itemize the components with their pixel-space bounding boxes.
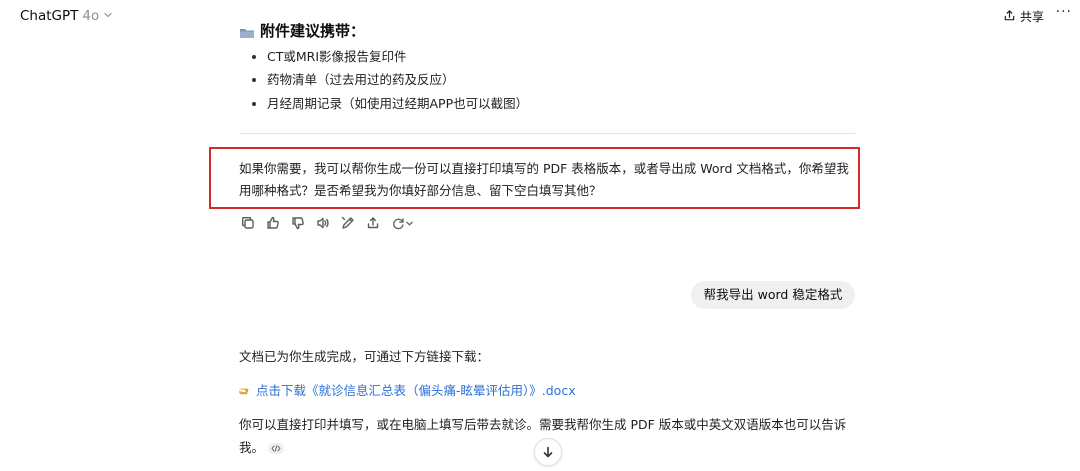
chevron-down-icon [103,8,113,24]
chevron-down-icon [406,221,413,225]
pointing-hand-icon [239,384,252,395]
section-heading-text: 附件建议携带： [260,22,366,40]
folder-icon [239,25,255,38]
edit-icon [341,216,354,229]
copy-icon [242,217,254,229]
model-name: ChatGPT [20,8,79,24]
divider [239,133,855,134]
thumbs-up-button[interactable] [265,215,281,231]
copy-button[interactable] [240,215,256,231]
share-label: 共享 [1019,10,1044,24]
read-aloud-icon [317,217,329,229]
attachment-list: CT或MRI影像报告复印件 药物清单（过去用过的药及反应） 月经周期记录（如使用… [252,45,528,115]
download-link-text[interactable]: 点击下载《就诊信息汇总表（偏头痛-眩晕评估用）》.docx [256,380,576,399]
code-icon[interactable] [268,443,285,454]
more-options-button[interactable]: ··· [1056,4,1072,20]
share-icon [1003,9,1016,25]
thumbs-up-icon [267,216,279,229]
section-heading: 附件建议携带： [239,20,365,41]
response-status-text: 文档已为你生成完成，可通过下方链接下载： [239,349,490,364]
download-link[interactable]: 点击下载《就诊信息汇总表（偏头痛-眩晕评估用）》.docx [239,380,576,399]
regenerate-icon [393,217,404,229]
thumbs-down-icon [292,217,304,230]
message-action-bar [240,215,416,231]
list-item: CT或MRI影像报告复印件 [252,45,528,68]
model-switcher[interactable]: ChatGPT 4o [20,8,113,24]
regenerate-button[interactable] [390,215,416,231]
read-aloud-button[interactable] [315,215,331,231]
scroll-down-button[interactable] [534,438,562,466]
share-icon [367,217,379,229]
model-version: 4o [82,8,100,24]
share-button[interactable]: 共享 [1003,8,1044,25]
share-message-button[interactable] [365,215,381,231]
edit-button[interactable] [340,215,356,231]
list-item: 月经周期记录（如使用过经期APP也可以截图） [252,92,528,115]
list-item: 药物清单（过去用过的药及反应） [252,68,528,91]
user-message-bubble: 帮我导出 word 稳定格式 [691,281,855,309]
thumbs-down-button[interactable] [290,215,306,231]
assistant-reply-text: 如果你需要，我可以帮你生成一份可以直接打印填写的 PDF 表格版本，或者导出成 … [239,161,849,198]
arrow-down-icon [543,446,553,458]
